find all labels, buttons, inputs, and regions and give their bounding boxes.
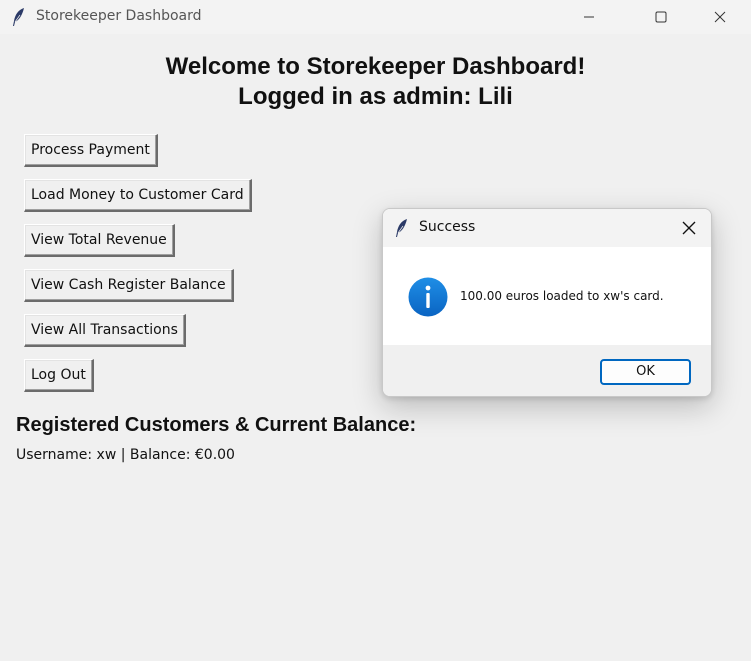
minimize-icon [584,16,594,18]
close-window-button[interactable] [697,0,743,34]
dialog-title: Success [419,219,476,235]
customer-list-item: Username: xw | Balance: €0.00 [16,447,235,463]
process-payment-button[interactable]: Process Payment [24,134,158,167]
ok-button[interactable]: OK [600,359,691,385]
dialog-close-button[interactable] [667,209,711,247]
load-money-button[interactable]: Load Money to Customer Card [24,179,252,212]
welcome-heading: Welcome to Storekeeper Dashboard! Logged… [0,52,751,112]
view-all-transactions-button[interactable]: View All Transactions [24,314,186,347]
log-out-button[interactable]: Log Out [24,359,94,392]
view-total-revenue-button[interactable]: View Total Revenue [24,224,175,257]
main-window: Storekeeper Dashboard Welcome to Storeke… [0,0,751,661]
dialog-body: 100.00 euros loaded to xw's card. [383,247,711,345]
dialog-titlebar[interactable]: Success [383,209,711,247]
close-icon [714,11,726,23]
maximize-button[interactable] [638,0,684,34]
window-titlebar[interactable]: Storekeeper Dashboard [0,0,751,34]
logged-in-label: Logged in as admin: Lili [238,83,513,110]
feather-icon [13,8,24,26]
welcome-title: Welcome to Storekeeper Dashboard! [165,53,586,80]
dialog-message: 100.00 euros loaded to xw's card. [460,289,664,303]
view-cash-register-balance-button[interactable]: View Cash Register Balance [24,269,234,302]
customers-section-title: Registered Customers & Current Balance: [16,414,417,436]
success-dialog: Success 100.00 euros loaded to xw's card… [382,208,712,397]
info-icon [408,277,448,317]
minimize-button[interactable] [566,0,612,34]
close-icon [682,221,696,235]
feather-icon [396,219,407,237]
maximize-icon [655,11,667,23]
window-title: Storekeeper Dashboard [36,8,202,24]
dialog-footer: OK [383,345,711,396]
